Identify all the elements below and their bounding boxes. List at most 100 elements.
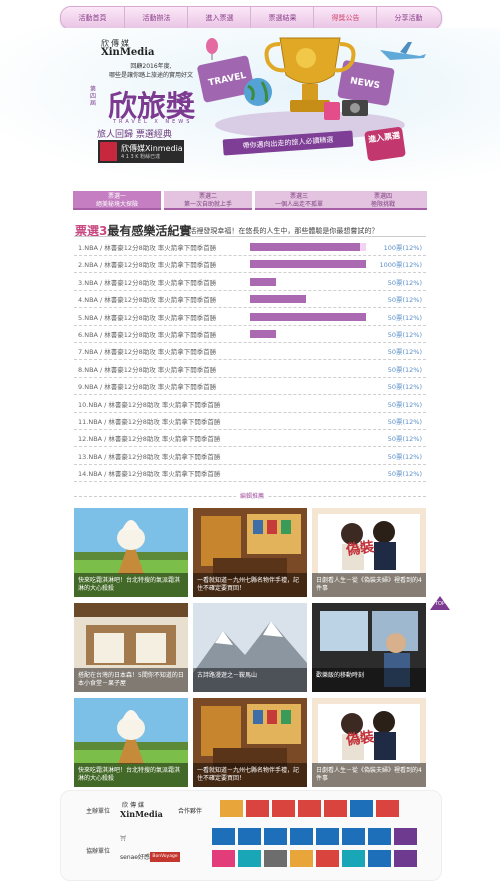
vote-row[interactable]: 12.NBA / 林書豪12分8助攻 率火箭拿下開季首勝 50票(12%) <box>74 430 426 448</box>
recommend-card[interactable]: 古詩路漫遊之－鞍馬山 <box>193 603 307 692</box>
vote-bar-fill <box>250 243 361 251</box>
vote-row[interactable]: 1.NBA / 林書豪12分8助攻 率火箭拿下開季首勝 100票(12%) <box>74 239 426 256</box>
vote-row-label[interactable]: 3.NBA / 林書豪12分8助攻 率火箭拿下開季首勝 <box>78 277 216 287</box>
host-brand-en: XinMedia <box>120 809 163 819</box>
sponsor-logo[interactable] <box>324 800 347 817</box>
tab-vote-4[interactable]: 票選四 極限挑戰 <box>339 191 427 210</box>
sponsor-logo[interactable] <box>368 828 391 845</box>
vote-bar-fill <box>250 295 306 304</box>
sponsor-logo[interactable] <box>290 850 313 867</box>
recommend-card[interactable]: 歡樂飯的移動時刻 <box>312 603 426 692</box>
vote-divider <box>74 236 426 237</box>
vote-row-label[interactable]: 10.NBA / 林書豪12分8助攻 率火箭拿下開季首勝 <box>78 399 220 409</box>
edition-label: 第四屆 <box>90 86 97 107</box>
card-caption: 快來吃霜淇淋吧！台北特搜的氣派霜淇淋的大心殺殺 <box>74 573 188 597</box>
co-brand-senae: senae好感 <box>120 854 150 861</box>
sponsor-logo[interactable] <box>368 850 391 867</box>
vote-bar <box>250 295 366 304</box>
vote-row-count: 50票(12%) <box>387 313 422 322</box>
recommend-card[interactable]: 快來吃霜淇淋吧！台北特搜的氣派霜淇淋的大心殺殺 <box>74 698 188 787</box>
vote-row-label[interactable]: 11.NBA / 林書豪12分8助攻 率火箭拿下開季首勝 <box>78 416 220 426</box>
sponsor-logo[interactable] <box>238 850 261 867</box>
sponsor-logo[interactable] <box>376 800 399 817</box>
tab-vote-3-subtitle: 一個人出走不孤單 <box>274 201 323 208</box>
nav-rules[interactable]: 活動辦法 <box>124 7 188 29</box>
sponsor-logo[interactable] <box>212 828 235 845</box>
sponsor-logo[interactable] <box>264 850 287 867</box>
vote-row-label[interactable]: 9.NBA / 林書豪12分8助攻 率火箭拿下開季首勝 <box>78 381 216 391</box>
sponsor-logo[interactable] <box>212 850 235 867</box>
tab-vote-2[interactable]: 票選二 第一次自助就上手 <box>164 191 252 210</box>
back-to-top-button[interactable]: TOP <box>430 596 450 610</box>
airplane-icon <box>380 42 426 60</box>
vote-row-label[interactable]: 4.NBA / 林書豪12分8助攻 率火箭拿下開季首勝 <box>78 294 216 304</box>
sponsor-logo[interactable] <box>342 850 365 867</box>
sponsor-logo[interactable] <box>220 800 243 817</box>
vote-bar <box>250 260 366 269</box>
tab-vote-2-title: 票選二 <box>198 193 217 200</box>
recommend-card[interactable]: 一看就知道－九州七縣名物伴手禮，記住不確定要買回！ <box>193 508 307 597</box>
tab-vote-2-subtitle: 第一次自助就上手 <box>183 201 232 208</box>
vote-row[interactable]: 11.NBA / 林書豪12分8助攻 率火箭拿下開季首勝 50票(12%) <box>74 413 426 430</box>
vote-row-label[interactable]: 14.NBA / 林書豪12分8助攻 率火箭拿下開季首勝 <box>78 468 220 478</box>
card-caption: 日劇看人生－從《偽裝夫婦》裡看到的4件事 <box>312 763 426 787</box>
recommend-card[interactable]: 一看就知道－九州七縣名物伴手禮，記住不確定要買回！ <box>193 698 307 787</box>
nav-winners[interactable]: 得獎公告 <box>313 7 377 29</box>
vote-row[interactable]: 13.NBA / 林書豪12分8助攻 率火箭拿下開季首勝 50票(12%) <box>74 448 426 465</box>
sponsor-logo[interactable] <box>298 800 321 817</box>
vote-row-label[interactable]: 8.NBA / 林書豪12分8助攻 率火箭拿下開季首勝 <box>78 364 216 374</box>
banner-tagline: 旅人回歸 票選經典 <box>97 130 172 140</box>
vote-row-label[interactable]: 6.NBA / 林書豪12分8助攻 率火箭拿下開季首勝 <box>78 329 216 339</box>
vote-row[interactable]: 14.NBA / 林書豪12分8助攻 率火箭拿下開季首勝 50票(12%) <box>74 465 426 483</box>
sponsor-logo[interactable] <box>238 828 261 845</box>
sponsor-logo[interactable] <box>316 828 339 845</box>
sponsor-logo[interactable] <box>290 828 313 845</box>
tab-vote-3[interactable]: 票選三 一個人出走不孤單 <box>255 191 343 210</box>
recommend-card[interactable]: 搭配在台灣的日本森！5間你不知道的日本小食堂－果子屋 <box>74 603 188 692</box>
nav-results[interactable]: 票選結果 <box>250 7 314 29</box>
tab-vote-1-subtitle: 絕美秘境大探險 <box>95 201 138 208</box>
sponsor-logo[interactable] <box>350 800 373 817</box>
vote-row-label[interactable]: 13.NBA / 林書豪12分8助攻 率火箭拿下開季首勝 <box>78 451 220 461</box>
host-label: 主辦單位 <box>86 808 111 815</box>
vote-bar-fill <box>250 312 366 321</box>
vote-row-count: 50票(12%) <box>387 348 422 357</box>
recommend-card[interactable]: 偽裝 日劇看人生－從《偽裝夫婦》裡看到的4件事 <box>312 698 426 787</box>
vote-row[interactable]: 10.NBA / 林書豪12分8助攻 率火箭拿下開季首勝 50票(12%) <box>74 396 426 413</box>
sponsor-logo[interactable] <box>316 850 339 867</box>
vote-row[interactable]: 4.NBA / 林書豪12分8助攻 率火箭拿下開季首勝 50票(12%) <box>74 291 426 309</box>
vote-row-label[interactable]: 1.NBA / 林書豪12分8助攻 率火箭拿下開季首勝 <box>78 242 216 252</box>
sponsor-logo[interactable] <box>264 828 287 845</box>
vote-row-count: 50票(12%) <box>387 418 422 426</box>
vote-row[interactable]: 9.NBA / 林書豪12分8助攻 率火箭拿下開季首勝 50票(12%) <box>74 378 426 396</box>
sponsor-logo[interactable] <box>394 828 417 845</box>
vote-row-count: 50票(12%) <box>387 470 422 479</box>
vote-row[interactable]: 2.NBA / 林書豪12分8助攻 率火箭拿下開季首勝 1000票(12%) <box>74 256 426 274</box>
vote-row[interactable]: 6.NBA / 林書豪12分8助攻 率火箭拿下開季首勝 50票(12%) <box>74 326 426 343</box>
tab-vote-1[interactable]: 票選一 絕美秘境大探險 <box>73 191 161 210</box>
vote-row-label[interactable]: 5.NBA / 林書豪12分8助攻 率火箭拿下開季首勝 <box>78 312 216 322</box>
nav-vote[interactable]: 進入票選 <box>187 7 251 29</box>
vote-subtitle: :生活裡發現幸福！在悠長的人生中，那些體驗是你最想嘗試的？ <box>180 227 379 235</box>
vote-row-label[interactable]: 7.NBA / 林書豪12分8助攻 率火箭拿下開季首勝 <box>78 346 216 356</box>
sponsor-logo[interactable] <box>272 800 295 817</box>
sponsor-logo[interactable] <box>394 850 417 867</box>
sponsor-logo[interactable] <box>246 800 269 817</box>
tab-vote-4-subtitle: 極限挑戰 <box>370 201 395 208</box>
recommend-card[interactable]: 快來吃霜淇淋吧！台北特搜的氣派霜淇淋的大心殺殺 <box>74 508 188 597</box>
enter-vote-button[interactable]: 進入票選 <box>364 126 406 162</box>
nav-share[interactable]: 分享活動 <box>376 7 440 29</box>
drama-title: 偽裝 <box>345 539 376 559</box>
vote-row[interactable]: 5.NBA / 林書豪12分8助攻 率火箭拿下開季首勝 50票(12%) <box>74 309 426 326</box>
sponsor-logo[interactable] <box>342 828 365 845</box>
vote-row[interactable]: 8.NBA / 林書豪12分8助攻 率火箭拿下開季首勝 50票(12%) <box>74 361 426 378</box>
nav-home[interactable]: 活動首頁 <box>61 7 124 29</box>
card-caption: 日劇看人生－從《偽裝夫婦》裡看到的4件事 <box>312 573 426 597</box>
vote-row[interactable]: 7.NBA / 林書豪12分8助攻 率火箭拿下開季首勝 50票(12%) <box>74 343 426 361</box>
card-caption: 一看就知道－九州七縣名物伴手禮，記住不確定要買回！ <box>193 573 307 597</box>
recommend-card[interactable]: 偽裝日劇看人生－從《偽裝夫婦》裡看到的4件事 <box>312 508 426 597</box>
vote-row[interactable]: 3.NBA / 林書豪12分8助攻 率火箭拿下開季首勝 50票(12%) <box>74 274 426 291</box>
vote-row-label[interactable]: 2.NBA / 林書豪12分8助攻 率火箭拿下開季首勝 <box>78 259 216 269</box>
vote-row-label[interactable]: 12.NBA / 林書豪12分8助攻 率火箭拿下開季首勝 <box>78 433 220 443</box>
vote-bar <box>250 277 366 286</box>
